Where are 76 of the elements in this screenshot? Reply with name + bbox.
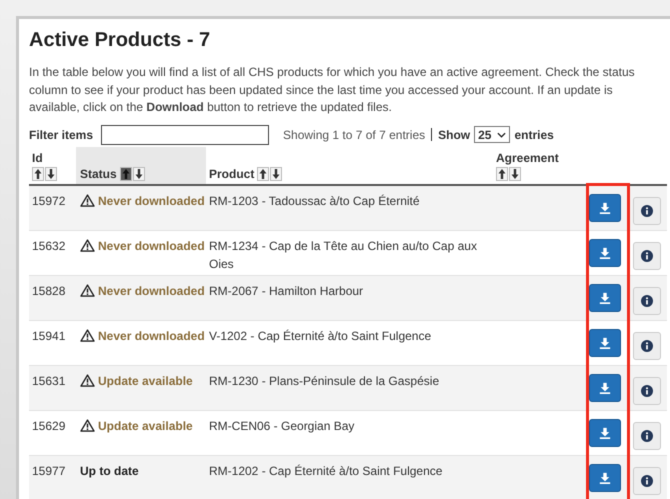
- product-cell: V-1202 - Cap Éternité à/to Saint Fulgence: [206, 320, 493, 365]
- download-icon: [599, 472, 611, 484]
- download-icon: [599, 336, 611, 348]
- info-icon: [641, 250, 653, 262]
- info-button[interactable]: [633, 242, 661, 270]
- column-title[interactable]: Status: [80, 166, 117, 180]
- id-cell: 15632: [29, 230, 76, 275]
- id-cell: 15828: [29, 275, 76, 320]
- sort-down-icon[interactable]: [270, 166, 282, 180]
- sort-down-icon[interactable]: [132, 166, 145, 180]
- info-icon: [641, 340, 653, 352]
- warning-icon: [80, 328, 95, 342]
- sort-down-icon[interactable]: [509, 166, 521, 180]
- info-button[interactable]: [633, 286, 661, 314]
- page-size-select[interactable]: 25: [474, 126, 510, 143]
- filter-label: Filter items: [29, 128, 94, 142]
- id-cell: 15977: [29, 455, 76, 499]
- product-cell: RM-1234 - Cap de la Tête au Chien au/to Cap aux Oies: [206, 230, 493, 275]
- sort-up-icon[interactable]: [32, 166, 44, 180]
- column-title[interactable]: Product: [209, 166, 254, 180]
- intro-paragraph: In the table below you will find a list of all CHS products for which you have an active agreement. Check the status column to see if your product has been updated since the last time you accessed your account. If an update is available, click on the Download button to retrieve the updated files.: [29, 64, 636, 116]
- download-icon: [599, 382, 611, 394]
- page-title: Active Products - 7: [29, 29, 212, 52]
- status-text: Never downloaded: [98, 192, 205, 210]
- download-icon: [599, 246, 611, 258]
- product-cell: RM-CEN06 - Georgian Bay: [206, 410, 493, 455]
- status-text: Never downloaded: [98, 238, 205, 254]
- entries-info: Showing 1 to 7 of 7 entries: [283, 128, 426, 142]
- download-button[interactable]: [589, 194, 621, 222]
- id-cell: 15631: [29, 365, 76, 410]
- info-icon: [641, 384, 653, 396]
- download-icon: [599, 292, 611, 304]
- sort-up-icon[interactable]: [120, 166, 132, 180]
- info-button[interactable]: [633, 422, 661, 450]
- product-cell: RM-1230 - Plans-Péninsule de la Gaspésie: [206, 365, 493, 410]
- info-icon: [641, 294, 653, 306]
- download-button[interactable]: [589, 328, 621, 356]
- sort-up-icon[interactable]: [496, 166, 508, 180]
- status-text: Update available: [98, 418, 193, 434]
- id-cell: 15972: [29, 184, 76, 230]
- status-text: Never downloaded: [98, 328, 205, 344]
- info-icon: [641, 474, 653, 486]
- info-button[interactable]: [633, 332, 661, 360]
- warning-icon: [80, 284, 95, 296]
- product-cell: RM-1203 - Tadoussac à/to Cap Éternité: [206, 184, 493, 230]
- chevron-icon: [497, 132, 506, 138]
- sort-up-icon[interactable]: [257, 166, 270, 180]
- download-icon: [599, 426, 611, 438]
- id-cell: 15941: [29, 320, 76, 365]
- id-cell: 15629: [29, 410, 76, 455]
- product-cell: RM-2067 - Hamilton Harbour: [206, 275, 493, 320]
- download-button[interactable]: [589, 284, 621, 312]
- warning-icon: [80, 374, 95, 386]
- download-button[interactable]: [589, 238, 621, 266]
- column-title[interactable]: Agreement: [496, 150, 559, 164]
- status-text: Up to date: [80, 462, 139, 480]
- status-text: Update available: [98, 372, 193, 390]
- show-label: Show: [438, 128, 470, 142]
- info-button[interactable]: [633, 196, 661, 224]
- sort-down-icon[interactable]: [45, 166, 57, 180]
- warning-icon: [80, 418, 95, 432]
- column-title[interactable]: Id: [32, 150, 43, 164]
- info-button[interactable]: [633, 466, 661, 494]
- info-button[interactable]: [633, 376, 661, 404]
- warning-icon: [80, 238, 95, 252]
- info-icon: [641, 204, 653, 216]
- entries-label: entries: [514, 128, 554, 142]
- status-text: Never downloaded: [98, 282, 205, 300]
- download-icon: [599, 202, 611, 214]
- product-cell: RM-1202 - Cap Éternité à/to Saint Fulgence: [206, 455, 493, 499]
- download-button[interactable]: [589, 374, 621, 402]
- download-button[interactable]: [589, 418, 621, 446]
- filter-field[interactable]: [101, 124, 270, 144]
- warning-icon: [80, 194, 95, 206]
- info-icon: [641, 430, 653, 442]
- download-button[interactable]: [589, 464, 621, 492]
